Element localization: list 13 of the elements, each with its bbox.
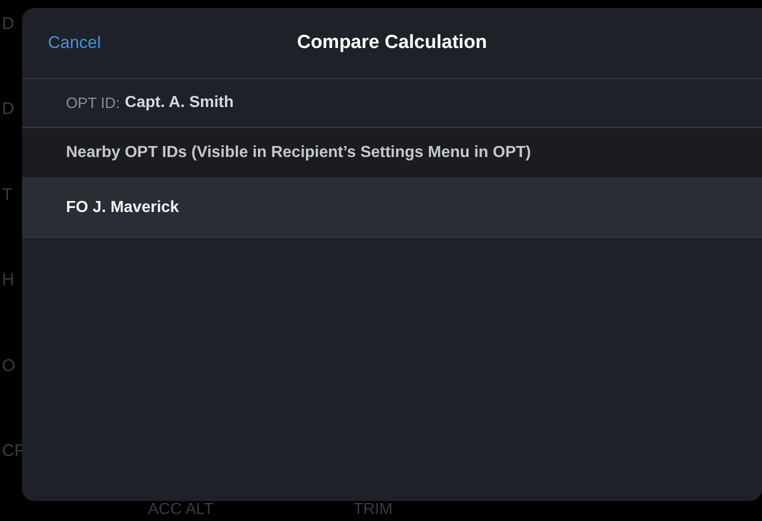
background-label: O [2,356,16,376]
background-label: TRIM [354,501,393,519]
recipient-item[interactable]: FO J. Maverick [22,177,762,238]
dialog-title: Compare Calculation [296,32,488,54]
background-label: H [2,270,14,290]
field-label: OPT ID: [66,94,120,112]
background-label: D [2,14,14,34]
background-label: D [2,99,14,120]
background-label: T [2,184,12,205]
field-value: Capt. A. Smith [124,94,234,112]
background-label: ACC ALT [148,501,214,519]
cancel-button[interactable]: Cancel [48,33,101,53]
section-header: Nearby OPT IDs (Visible in Recipient’s Settings Menu in OPT) [22,128,762,177]
